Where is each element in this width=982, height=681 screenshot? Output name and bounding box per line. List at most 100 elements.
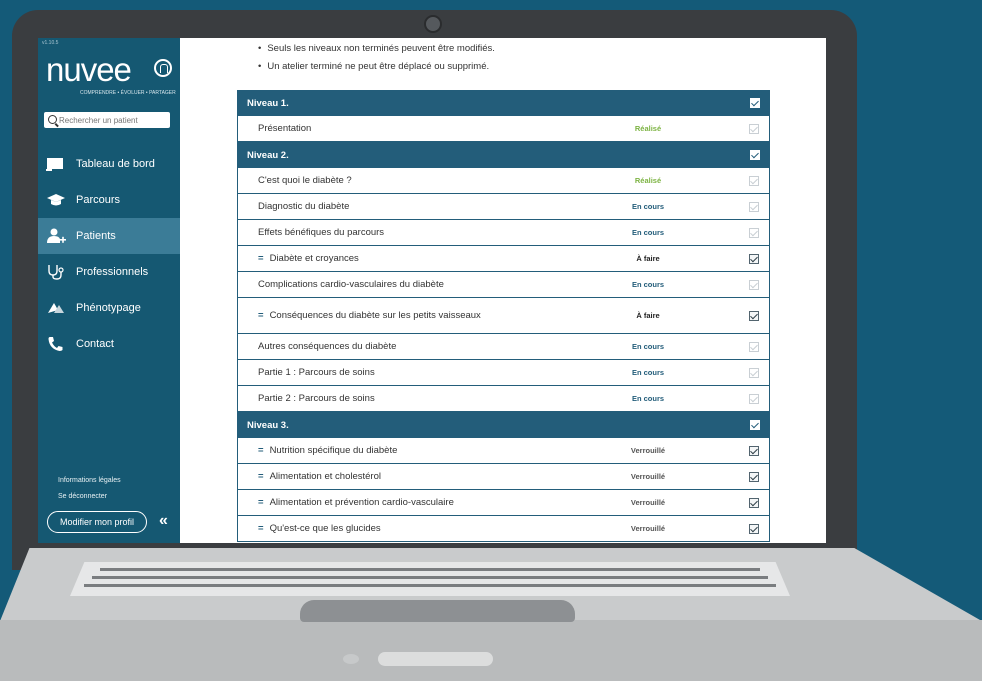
workshop-row: Partie 1 : Parcours de soins En cours <box>237 360 770 386</box>
sidebar-footer: Informations légales Se déconnecter <box>58 473 121 505</box>
stethoscope-icon <box>46 264 66 280</box>
status-badge: En cours <box>631 202 665 211</box>
status-badge: Réalisé <box>634 124 662 133</box>
workshop-label: Diabète et croyances <box>269 253 359 264</box>
level-checkbox[interactable] <box>750 420 760 430</box>
graduation-cap-icon <box>46 192 66 208</box>
workshop-label: Diagnostic du diabète <box>258 201 350 212</box>
workshop-checkbox <box>749 227 759 238</box>
sidebar-item-patients[interactable]: Patients <box>38 218 180 254</box>
phone-icon <box>46 336 66 352</box>
phenotype-icon <box>46 300 66 316</box>
workshop-label: Partie 2 : Parcours de soins <box>258 393 375 404</box>
workshop-row: Complications cardio-vasculaires du diab… <box>237 272 770 298</box>
workshop-label-wrap: = Diabète et croyances <box>258 253 359 264</box>
sidebar-item-tableau-de-bord[interactable]: Tableau de bord <box>38 146 180 182</box>
search-icon <box>48 115 57 124</box>
drag-handle-icon[interactable]: = <box>258 523 264 534</box>
workshop-checkbox[interactable] <box>749 253 759 264</box>
workshop-label-wrap: Partie 1 : Parcours de soins <box>258 367 375 378</box>
status-badge: Verrouillé <box>630 472 666 481</box>
workshop-checkbox <box>749 341 759 352</box>
drag-handle-icon[interactable]: = <box>258 497 264 508</box>
workshop-row[interactable]: = Conséquences du diabète sur les petits … <box>237 298 770 334</box>
level-checkbox[interactable] <box>750 98 760 108</box>
workshop-checkbox <box>749 123 759 134</box>
note-item: Seuls les niveaux non terminés peuvent ê… <box>258 40 495 58</box>
screen: v1.10.5 nuvee COMPRENDRE • ÉVOLUER • PAR… <box>38 38 826 543</box>
workshop-checkbox[interactable] <box>749 471 759 482</box>
drag-handle-icon[interactable]: = <box>258 253 264 264</box>
workshop-row[interactable]: = Nutrition spécifique du diabète Verrouil… <box>237 438 770 464</box>
workshop-checkbox <box>749 279 759 290</box>
workshop-label-wrap: Autres conséquences du diabète <box>258 341 396 352</box>
workshop-checkbox[interactable] <box>749 310 759 321</box>
workshop-row: C'est quoi le diabète ? Réalisé <box>237 168 770 194</box>
edit-profile-button[interactable]: Modifier mon profil <box>47 511 147 533</box>
workshop-label: Alimentation et cholestérol <box>269 471 381 482</box>
workshop-checkbox <box>749 201 759 212</box>
workshop-checkbox <box>749 367 759 378</box>
status-badge: En cours <box>631 280 665 289</box>
sidebar-item-parcours[interactable]: Parcours <box>38 182 180 218</box>
collapse-sidebar-icon[interactable]: « <box>159 512 168 530</box>
level-header: Niveau 3. <box>237 412 770 438</box>
webcam-icon <box>424 15 442 33</box>
workshop-checkbox[interactable] <box>749 497 759 508</box>
sidebar: v1.10.5 nuvee COMPRENDRE • ÉVOLUER • PAR… <box>38 38 180 543</box>
workshop-label: Nutrition spécifique du diabète <box>269 445 398 456</box>
sidebar-item-label: Professionnels <box>76 266 149 278</box>
sidebar-item-label: Phénotypage <box>76 302 141 314</box>
workshop-row[interactable]: = Qu'est-ce que les glucides Verrouillé <box>237 516 770 542</box>
workshop-row[interactable]: = Alimentation et prévention cardio-vascu… <box>237 490 770 516</box>
workshop-label: C'est quoi le diabète ? <box>258 175 352 186</box>
status-badge: À faire <box>636 254 660 263</box>
workshop-label: Qu'est-ce que les glucides <box>269 523 381 534</box>
workshop-checkbox[interactable] <box>749 445 759 456</box>
workshop-label-wrap: = Qu'est-ce que les glucides <box>258 523 381 534</box>
logout-link[interactable]: Se déconnecter <box>58 489 121 505</box>
workshop-label-wrap: Diagnostic du diabète <box>258 201 349 212</box>
workshop-row[interactable]: = Alimentation et cholestérol Verrouillé <box>237 464 770 490</box>
note-item: Un atelier terminé ne peut être déplacé … <box>258 58 495 76</box>
drag-handle-icon[interactable]: = <box>258 471 264 482</box>
status-badge: Verrouillé <box>630 524 666 533</box>
search-input[interactable] <box>59 114 167 126</box>
workshop-row: Autres conséquences du diabète En cours <box>237 334 770 360</box>
sidebar-nav: Tableau de bord Parcours Patients Professio… <box>38 146 180 362</box>
status-badge: Verrouillé <box>630 446 666 455</box>
logo-wordmark: nuvee <box>46 51 132 88</box>
sidebar-item-label: Parcours <box>76 194 121 206</box>
sidebar-item-phénotypage[interactable]: Phénotypage <box>38 290 180 326</box>
level-title: Niveau 1. <box>247 97 289 109</box>
touchpad <box>300 600 575 622</box>
add-user-icon <box>46 228 66 244</box>
workshop-label-wrap: Présentation <box>258 123 311 134</box>
power-led <box>343 654 359 664</box>
level-header: Niveau 1. <box>237 90 770 116</box>
workshop-label-wrap: = Nutrition spécifique du diabète <box>258 445 397 456</box>
status-badge: À faire <box>636 311 660 320</box>
legal-link[interactable]: Informations légales <box>58 473 121 489</box>
drag-handle-icon[interactable]: = <box>258 310 264 321</box>
workshop-checkbox[interactable] <box>749 523 759 534</box>
level-checkbox[interactable] <box>750 150 760 160</box>
sidebar-item-professionnels[interactable]: Professionnels <box>38 254 180 290</box>
workshop-row[interactable]: = Diabète et croyances À faire <box>237 246 770 272</box>
app-logo[interactable]: nuvee COMPRENDRE • ÉVOLUER • PARTAGER <box>46 51 176 97</box>
sidebar-item-contact[interactable]: Contact <box>38 326 180 362</box>
workshop-label-wrap: Complications cardio-vasculaires du diab… <box>258 279 444 290</box>
workshop-label: Partie 1 : Parcours de soins <box>258 367 375 378</box>
workshop-table: Niveau 1. Présentation Réalisé Niveau 2. C'e… <box>237 90 770 542</box>
level-title: Niveau 3. <box>247 419 289 431</box>
workshop-label: Alimentation et prévention cardio-vascul… <box>269 497 454 508</box>
logo-tagline: COMPRENDRE • ÉVOLUER • PARTAGER <box>80 90 176 96</box>
drag-handle-icon[interactable]: = <box>258 445 264 456</box>
workshop-row: Partie 2 : Parcours de soins En cours <box>237 386 770 412</box>
search-box[interactable] <box>44 112 170 128</box>
workshop-row: Diagnostic du diabète En cours <box>237 194 770 220</box>
status-badge: En cours <box>631 394 665 403</box>
status-badge: En cours <box>631 228 665 237</box>
dashboard-icon <box>46 156 66 172</box>
workshop-label-wrap: Partie 2 : Parcours de soins <box>258 393 375 404</box>
